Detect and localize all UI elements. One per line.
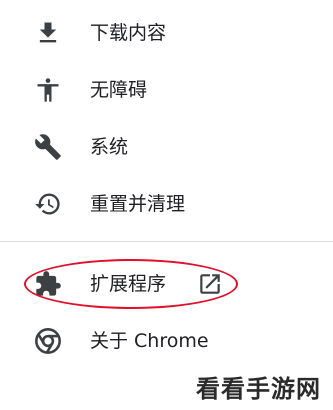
puzzle-icon	[34, 270, 62, 298]
menu-item-extensions[interactable]: 扩展程序	[0, 256, 333, 312]
watermark: 看看手游网	[196, 375, 321, 403]
menu-item-about-chrome[interactable]: 关于 Chrome	[0, 313, 333, 369]
download-icon	[34, 19, 62, 47]
menu-item-downloads[interactable]: 下载内容	[0, 5, 333, 61]
restore-history-icon	[34, 190, 62, 218]
menu-item-label: 重置并清理	[90, 193, 186, 215]
menu-item-label: 关于 Chrome	[90, 330, 209, 352]
chrome-logo-icon	[34, 327, 62, 355]
menu-item-system[interactable]: 系统	[0, 119, 333, 175]
menu-item-reset[interactable]: 重置并清理	[0, 176, 333, 232]
wrench-icon	[34, 133, 62, 161]
section-divider	[0, 241, 333, 242]
menu-item-label: 扩展程序	[90, 273, 167, 295]
accessibility-icon	[34, 76, 62, 104]
menu-item-label: 无障碍	[90, 79, 148, 101]
settings-menu: 下载内容 无障碍 系统 重置并清理 扩展程序 关于 Chrome 看看手游网	[0, 0, 333, 410]
open-in-new-icon	[197, 271, 223, 297]
menu-item-accessibility[interactable]: 无障碍	[0, 62, 333, 118]
menu-item-label: 下载内容	[90, 22, 167, 44]
menu-item-label: 系统	[90, 136, 129, 158]
